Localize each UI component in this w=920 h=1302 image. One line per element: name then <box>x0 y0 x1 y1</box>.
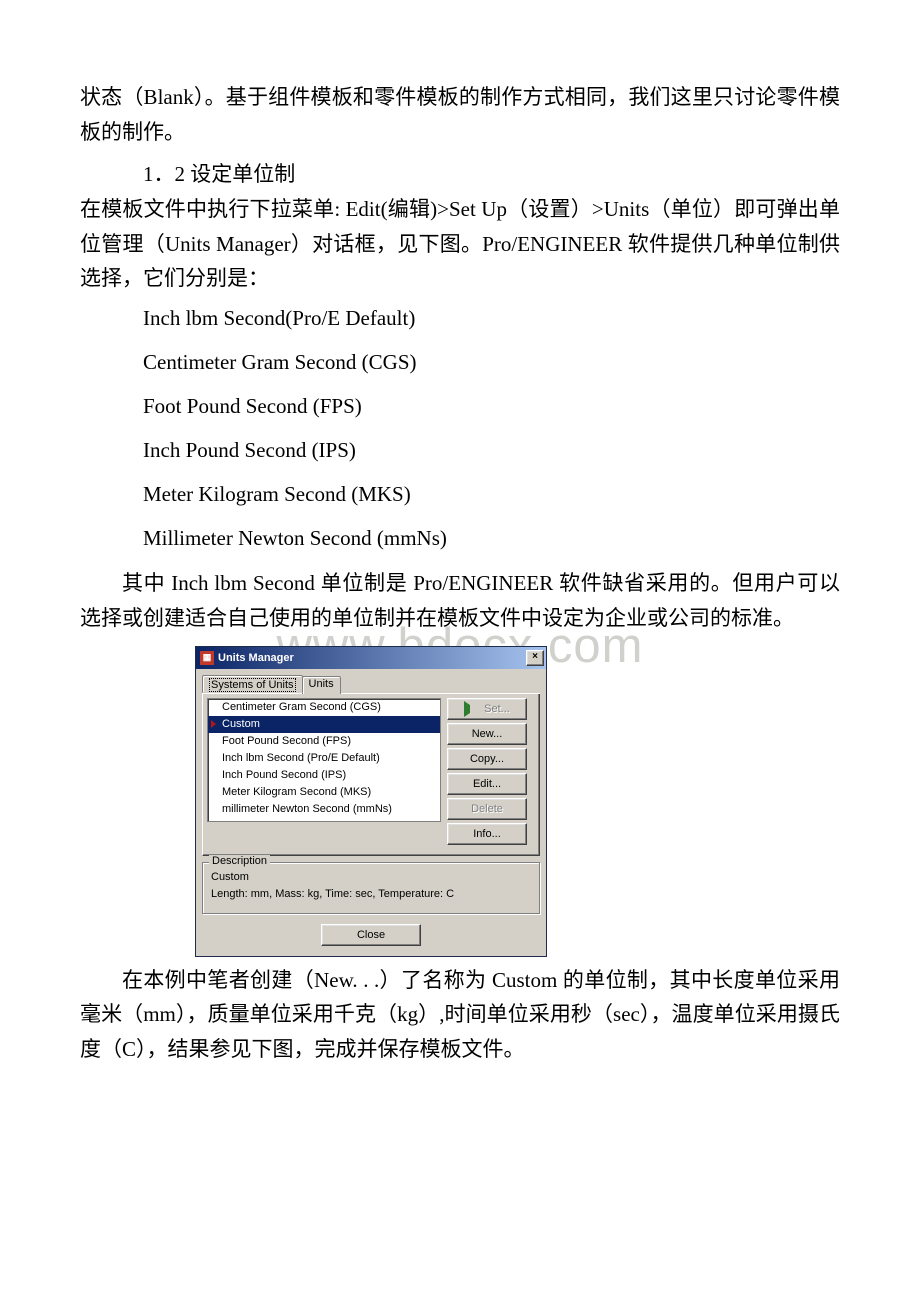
list-item-selected[interactable]: Custom <box>208 716 440 733</box>
unit-option-1: Inch lbm Second(Pro/E Default) <box>80 296 840 340</box>
list-item[interactable]: Meter Kilogram Second (MKS) <box>208 784 440 801</box>
list-item[interactable]: Foot Pound Second (FPS) <box>208 733 440 750</box>
list-item[interactable]: Inch lbm Second (Pro/E Default) <box>208 750 440 767</box>
description-legend: Description <box>209 855 270 867</box>
description-line-1: Custom <box>211 869 533 886</box>
copy-button[interactable]: Copy... <box>447 748 527 770</box>
new-button[interactable]: New... <box>447 723 527 745</box>
dialog-tabs: Systems of Units Units <box>202 675 540 694</box>
unit-option-3: Foot Pound Second (FPS) <box>80 384 840 428</box>
units-manager-dialog: ▦ Units Manager × Systems of Units Units… <box>195 646 547 957</box>
delete-button[interactable]: Delete <box>447 798 527 820</box>
paragraph-2: 在模板文件中执行下拉菜单: Edit(编辑)>Set Up（设置）>Units（… <box>80 192 840 296</box>
list-item[interactable]: millimeter Newton Second (mmNs) <box>208 801 440 818</box>
edit-button[interactable]: Edit... <box>447 773 527 795</box>
unit-option-2: Centimeter Gram Second (CGS) <box>80 340 840 384</box>
list-item[interactable]: Inch Pound Second (IPS) <box>208 767 440 784</box>
set-button[interactable]: Set... <box>447 698 527 720</box>
paragraph-3: 其中 Inch lbm Second 单位制是 Pro/ENGINEER 软件缺… <box>80 566 840 635</box>
unit-option-5: Meter Kilogram Second (MKS) <box>80 472 840 516</box>
description-line-2: Length: mm, Mass: kg, Time: sec, Tempera… <box>211 886 533 903</box>
info-button[interactable]: Info... <box>447 823 527 845</box>
unit-option-4: Inch Pound Second (IPS) <box>80 428 840 472</box>
close-button[interactable]: Close <box>321 924 421 946</box>
paragraph-4: 在本例中笔者创建（New. . .）了名称为 Custom 的单位制，其中长度单… <box>80 963 840 1067</box>
heading-1-2: 1．2 设定单位制 <box>80 157 840 192</box>
dialog-title: Units Manager <box>218 652 294 664</box>
tab-units[interactable]: Units <box>302 676 341 694</box>
dialog-titlebar[interactable]: ▦ Units Manager × <box>196 647 546 669</box>
app-icon: ▦ <box>200 651 214 665</box>
close-icon[interactable]: × <box>526 650 544 666</box>
tab-systems-of-units[interactable]: Systems of Units <box>202 675 303 693</box>
description-group: Description Custom Length: mm, Mass: kg,… <box>202 862 540 914</box>
list-item[interactable]: Centimeter Gram Second (CGS) <box>208 699 440 716</box>
unit-option-6: Millimeter Newton Second (mmNs) <box>80 516 840 560</box>
paragraph-1: 状态（Blank）。基于组件模板和零件模板的制作方式相同，我们这里只讨论零件模板… <box>80 80 840 149</box>
unit-systems-list[interactable]: Centimeter Gram Second (CGS) Custom Foot… <box>207 698 441 822</box>
